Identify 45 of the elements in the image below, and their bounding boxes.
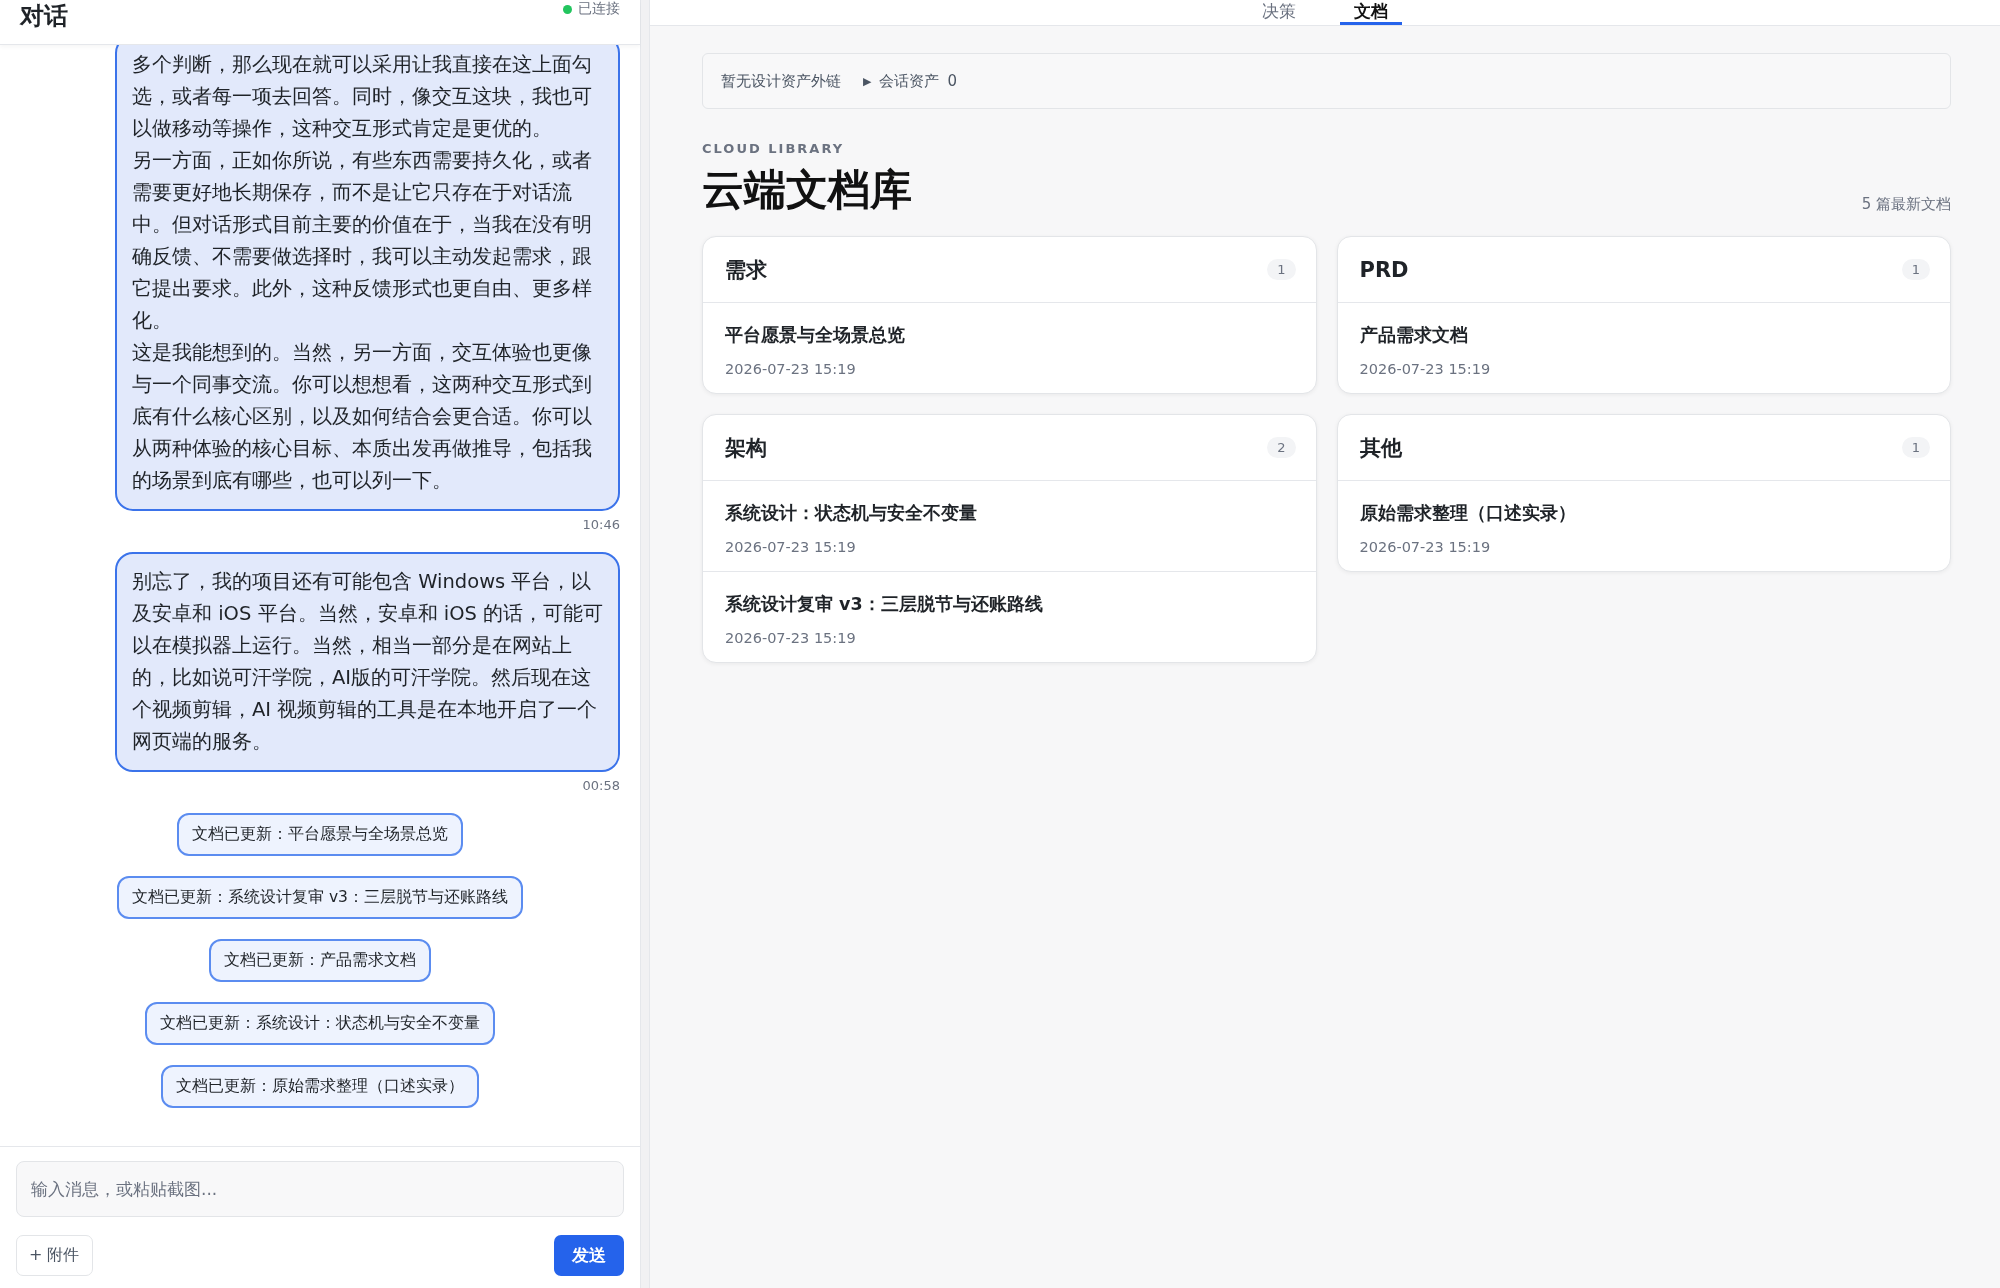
doc-title[interactable]: 系统设计复审 v3：三层脱节与还账路线 — [725, 592, 1294, 616]
section-eyebrow: CLOUD LIBRARY — [702, 141, 846, 156]
doc-update-notice: 文档已更新：系统设计复审 v3：三层脱节与还账路线 — [117, 876, 523, 919]
doc-date: 2026-07-23 15:19 — [1359, 539, 1492, 555]
doc-update-notice: 文档已更新：系统设计：状态机与安全不变量 — [145, 1002, 495, 1045]
category-name: 架构 — [725, 434, 767, 462]
doc-count: 5 篇最新文档 — [1861, 195, 1951, 214]
tab[interactable]: 决策 — [1248, 0, 1310, 25]
doc-update-notice: 文档已更新：原始需求整理（口述实录） — [161, 1065, 479, 1108]
connection-status: 已连接 — [578, 0, 620, 18]
message-paragraph: 别忘了，我的项目还有可能包含 Windows 平台，以及安卓和 iOS 平台。当然，安卓和 iOS 的话，可能可以在模拟器上运行。当然，相当一部分是在网站上的，比如说可汗学院，AI版的可汗学院。然后现在这个视频剪辑，AI 视频剪辑的工具是在本地开启了一个网页端的服务。 — [132, 569, 604, 755]
message-paragraph: 另一方面，正如你所说，有些东西需要持久化，或者需要更好地长期保存，而不是让它只存在于对话流中。但对话形式目前主要的价值在于，当我在没有明确反馈、不需要做选择时，我可以主动发起需求，跟它提出要求。此外，这种反馈形式也更自由、更多样化。 — [132, 148, 593, 334]
asset-links-note: 暂无设计资产外链 — [721, 71, 841, 91]
message-paragraph: 这是我能想到的。当然，另一方面，交互体验也更像与一个同事交流。你可以想想看，这两种交互形式到底有什么核心区别，以及如何结合会更合适。你可以从两种体验的核心目标、本质出发再做推导，包括我的场景到底有哪些，也可以列一下。 — [132, 340, 593, 494]
library-title: 云端文档库 — [702, 164, 912, 216]
doc-title[interactable]: 产品需求文档 — [1359, 323, 1928, 347]
category-name: 需求 — [725, 256, 767, 284]
assets-count: 0 — [947, 72, 957, 90]
doc-date: 2026-07-23 15:19 — [725, 361, 857, 377]
expand-toggle[interactable]: ▶ — [863, 74, 872, 88]
status-dot-icon — [563, 4, 572, 14]
count-badge: 1 — [1901, 437, 1930, 458]
doc-update-notice: 文档已更新：平台愿景与全场景总览 — [177, 813, 463, 856]
doc-date: 2026-07-23 15:19 — [725, 630, 857, 646]
message-time: 00:58 — [582, 778, 620, 793]
count-badge: 1 — [1267, 259, 1296, 280]
message-time: 10:46 — [582, 517, 620, 532]
panel-title: 对话 — [20, 1, 68, 32]
category-name: 其他 — [1359, 434, 1402, 462]
message-input[interactable]: 输入消息，或粘贴截图... — [16, 1161, 624, 1217]
count-badge: 1 — [1901, 259, 1930, 280]
doc-title[interactable]: 平台愿景与全场景总览 — [725, 323, 1294, 347]
splitter-handle[interactable] — [641, 0, 650, 1288]
assets-label: 会话资产 — [879, 71, 940, 91]
doc-date: 2026-07-23 15:19 — [725, 539, 857, 555]
message-paragraph: 多个判断，那么现在就可以采用让我直接在这上面勾选，或者每一项去回答。同时，像交互这块，我也可以做移动等操作，这种交互形式肯定是更优的。 — [132, 52, 593, 142]
count-badge: 2 — [1267, 437, 1296, 458]
doc-date: 2026-07-23 15:19 — [1359, 361, 1492, 377]
send-button[interactable]: 发送 — [554, 1235, 624, 1276]
doc-title[interactable]: 系统设计：状态机与安全不变量 — [725, 501, 1294, 525]
doc-title[interactable]: 原始需求整理（口述实录） — [1359, 501, 1928, 525]
category-name: PRD — [1359, 257, 1409, 282]
doc-update-notice: 文档已更新：产品需求文档 — [209, 939, 431, 982]
attach-button[interactable]: + 附件 — [16, 1235, 93, 1276]
tab[interactable]: 文档 — [1340, 0, 1402, 25]
